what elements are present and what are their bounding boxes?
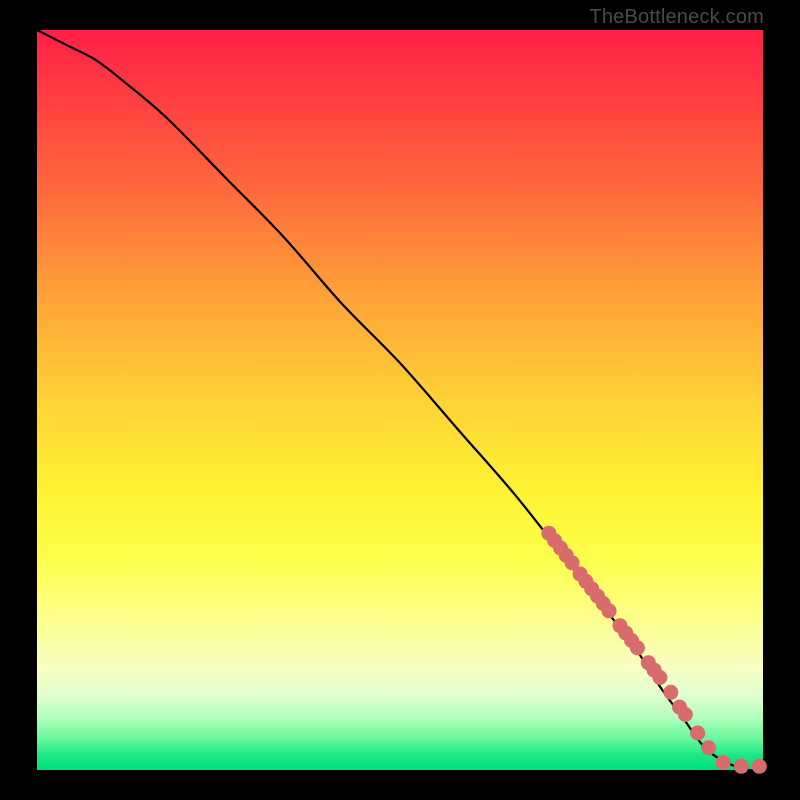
highlight-dot bbox=[716, 755, 731, 770]
highlight-dot bbox=[630, 640, 645, 655]
highlight-dot bbox=[701, 740, 716, 755]
highlight-dot bbox=[678, 707, 693, 722]
attribution-text: TheBottleneck.com bbox=[589, 6, 764, 29]
highlight-dot bbox=[752, 759, 767, 774]
highlight-dots bbox=[541, 526, 767, 774]
chart-svg bbox=[37, 30, 763, 770]
highlight-dot bbox=[690, 726, 705, 741]
highlight-dot bbox=[602, 603, 617, 618]
highlight-dot bbox=[663, 685, 678, 700]
chart-frame: TheBottleneck.com bbox=[0, 0, 800, 800]
highlight-dot bbox=[652, 670, 667, 685]
highlight-dot bbox=[734, 759, 749, 774]
